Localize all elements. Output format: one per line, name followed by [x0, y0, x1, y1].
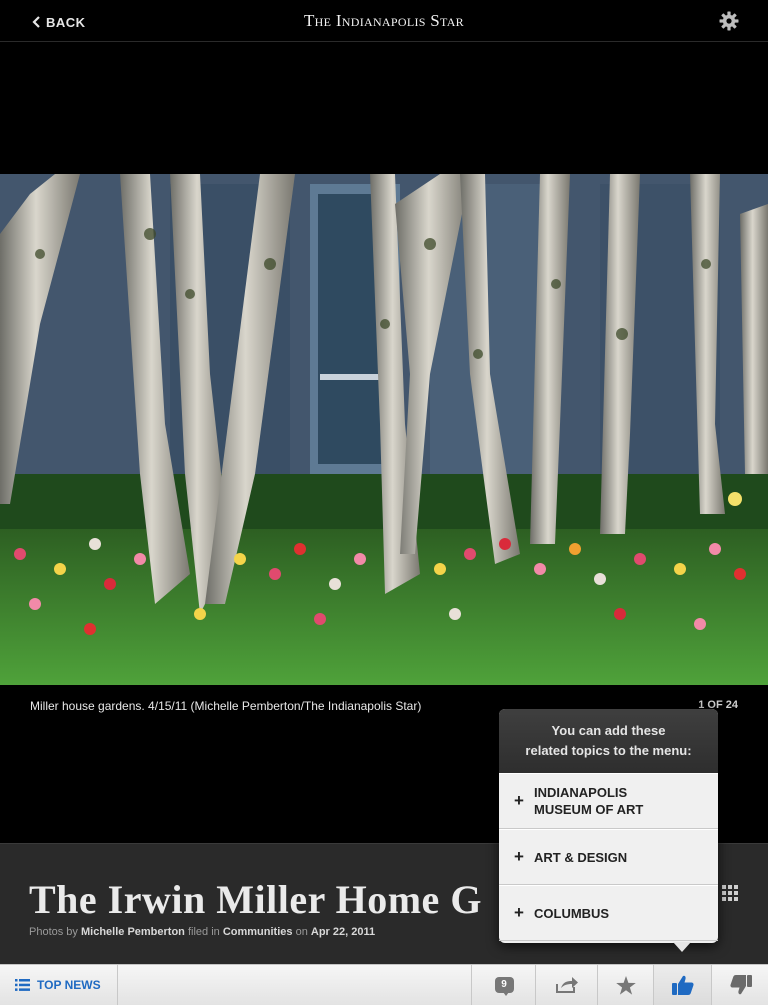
share-icon — [556, 977, 578, 993]
plus-icon: + — [514, 847, 524, 866]
brand-logo: The Indianapolis Star — [303, 11, 464, 30]
byline-on: on — [295, 926, 308, 938]
popover-title: You can add these related topics to the … — [499, 709, 718, 773]
dislike-button[interactable] — [711, 965, 768, 1005]
top-news-label: TOP NEWS — [37, 978, 101, 992]
bottom-toolbar: TOP NEWS 9 — [0, 964, 768, 1005]
topic-art-design[interactable]: + ART & DESIGN — [499, 829, 718, 885]
like-button[interactable] — [653, 965, 712, 1005]
topic-label: ART & DESIGN — [534, 849, 628, 865]
gear-icon[interactable] — [719, 11, 739, 31]
byline-section[interactable]: Communities — [223, 926, 293, 938]
grid-icon[interactable] — [722, 885, 738, 901]
comment-icon: 9 — [494, 977, 514, 996]
thumbs-down-icon — [729, 975, 752, 995]
popover-arrow — [673, 942, 691, 952]
article-byline: Photos by Michelle Pemberton filed in Co… — [29, 926, 375, 938]
star-icon — [616, 975, 636, 995]
plus-icon: + — [514, 903, 524, 922]
related-topics-popover: You can add these related topics to the … — [499, 709, 718, 952]
photo-caption: Miller house gardens. 4/15/11 (Michelle … — [30, 699, 422, 713]
comments-button[interactable]: 9 — [471, 965, 536, 1005]
list-icon — [15, 979, 30, 991]
popover-title-text: You can add these related topics to the … — [525, 723, 692, 758]
byline-prefix: Photos by — [29, 926, 78, 938]
article-headline: The Irwin Miller Home G — [29, 877, 482, 922]
gallery-photo[interactable] — [0, 174, 768, 685]
top-bar: BACK The Indianapolis Star — [0, 0, 768, 42]
favorite-button[interactable] — [597, 965, 654, 1005]
comment-count: 9 — [501, 979, 507, 990]
byline-date: Apr 22, 2011 — [310, 926, 376, 938]
thumbs-up-icon — [672, 975, 694, 995]
topic-label: COLUMBUS — [534, 905, 610, 921]
top-news-button[interactable]: TOP NEWS — [0, 965, 118, 1005]
topic-indianapolis-museum-of-art[interactable]: + INDIANAPOLIS MUSEUM OF ART — [499, 773, 718, 829]
topic-columbus[interactable]: + COLUMBUS — [499, 885, 718, 941]
plus-icon: + — [514, 791, 524, 810]
byline-author[interactable]: Michelle Pemberton — [81, 926, 185, 938]
garden-photo-image — [0, 174, 768, 685]
byline-filed: filed in — [187, 926, 220, 938]
topic-label: INDIANAPOLIS MUSEUM OF ART — [534, 785, 644, 817]
share-button[interactable] — [535, 965, 598, 1005]
